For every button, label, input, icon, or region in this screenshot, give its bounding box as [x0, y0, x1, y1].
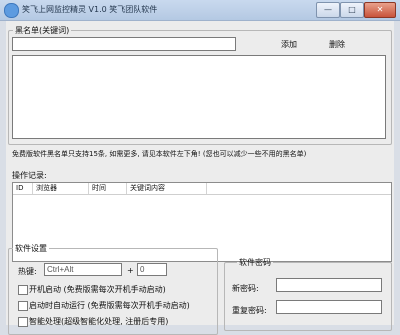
autostart-checkbox[interactable]: [18, 285, 28, 295]
password-legend: 软件密码: [239, 258, 271, 267]
blacklist-listbox[interactable]: [12, 55, 386, 139]
smart-processing-label: 智能处理(超级智能化处理, 注册后专用): [29, 317, 169, 326]
title-bar: 笑飞上网监控精灵 V1.0 笑飞团队软件 — □ ✕: [0, 0, 400, 21]
main-window: 黑名单(关键词) 添加 删除 免费版软件黑名单只支持15条, 如需更多, 请见本…: [6, 21, 394, 335]
autostart-label: 开机启动 (免费版需每次开机手动启动): [29, 285, 166, 294]
password-group: 软件密码: [224, 257, 392, 331]
log-table-header: ID 浏览器 时间 关键词内容: [13, 183, 391, 195]
keyword-input[interactable]: [12, 37, 236, 51]
free-version-notice: 免费版软件黑名单只支持15条, 如需更多, 请见本软件左下角! (您也可以减少一…: [12, 150, 307, 158]
smart-processing-checkbox[interactable]: [18, 317, 28, 327]
minimize-button[interactable]: —: [316, 2, 340, 18]
log-label: 操作记录:: [12, 171, 47, 180]
app-icon: [4, 3, 19, 18]
close-button[interactable]: ✕: [364, 2, 396, 18]
hotkey-label: 热键:: [18, 267, 37, 276]
settings-legend: 软件设置: [15, 244, 47, 253]
confirm-password-label: 重复密码:: [232, 306, 267, 315]
add-button[interactable]: 添加: [281, 39, 297, 50]
confirm-password-input[interactable]: [276, 300, 382, 314]
hotkey-modifier-input[interactable]: [44, 263, 122, 276]
window-title: 笑飞上网监控精灵 V1.0 笑飞团队软件: [22, 5, 158, 14]
autorun-label: 启动时自动运行 (免费版需每次开机手动启动): [29, 301, 190, 310]
column-header-keyword[interactable]: 关键词内容: [127, 183, 207, 194]
new-password-label: 新密码:: [232, 284, 259, 293]
column-header-id[interactable]: ID: [13, 183, 33, 194]
hotkey-plus: +: [127, 266, 134, 275]
delete-button[interactable]: 删除: [329, 39, 345, 50]
hotkey-key-input[interactable]: [137, 263, 167, 276]
autorun-checkbox[interactable]: [18, 301, 28, 311]
maximize-button[interactable]: □: [340, 2, 364, 18]
column-header-time[interactable]: 时间: [89, 183, 127, 194]
new-password-input[interactable]: [276, 278, 382, 292]
blacklist-legend: 黑名单(关键词): [15, 26, 70, 35]
column-header-browser[interactable]: 浏览器: [33, 183, 89, 194]
